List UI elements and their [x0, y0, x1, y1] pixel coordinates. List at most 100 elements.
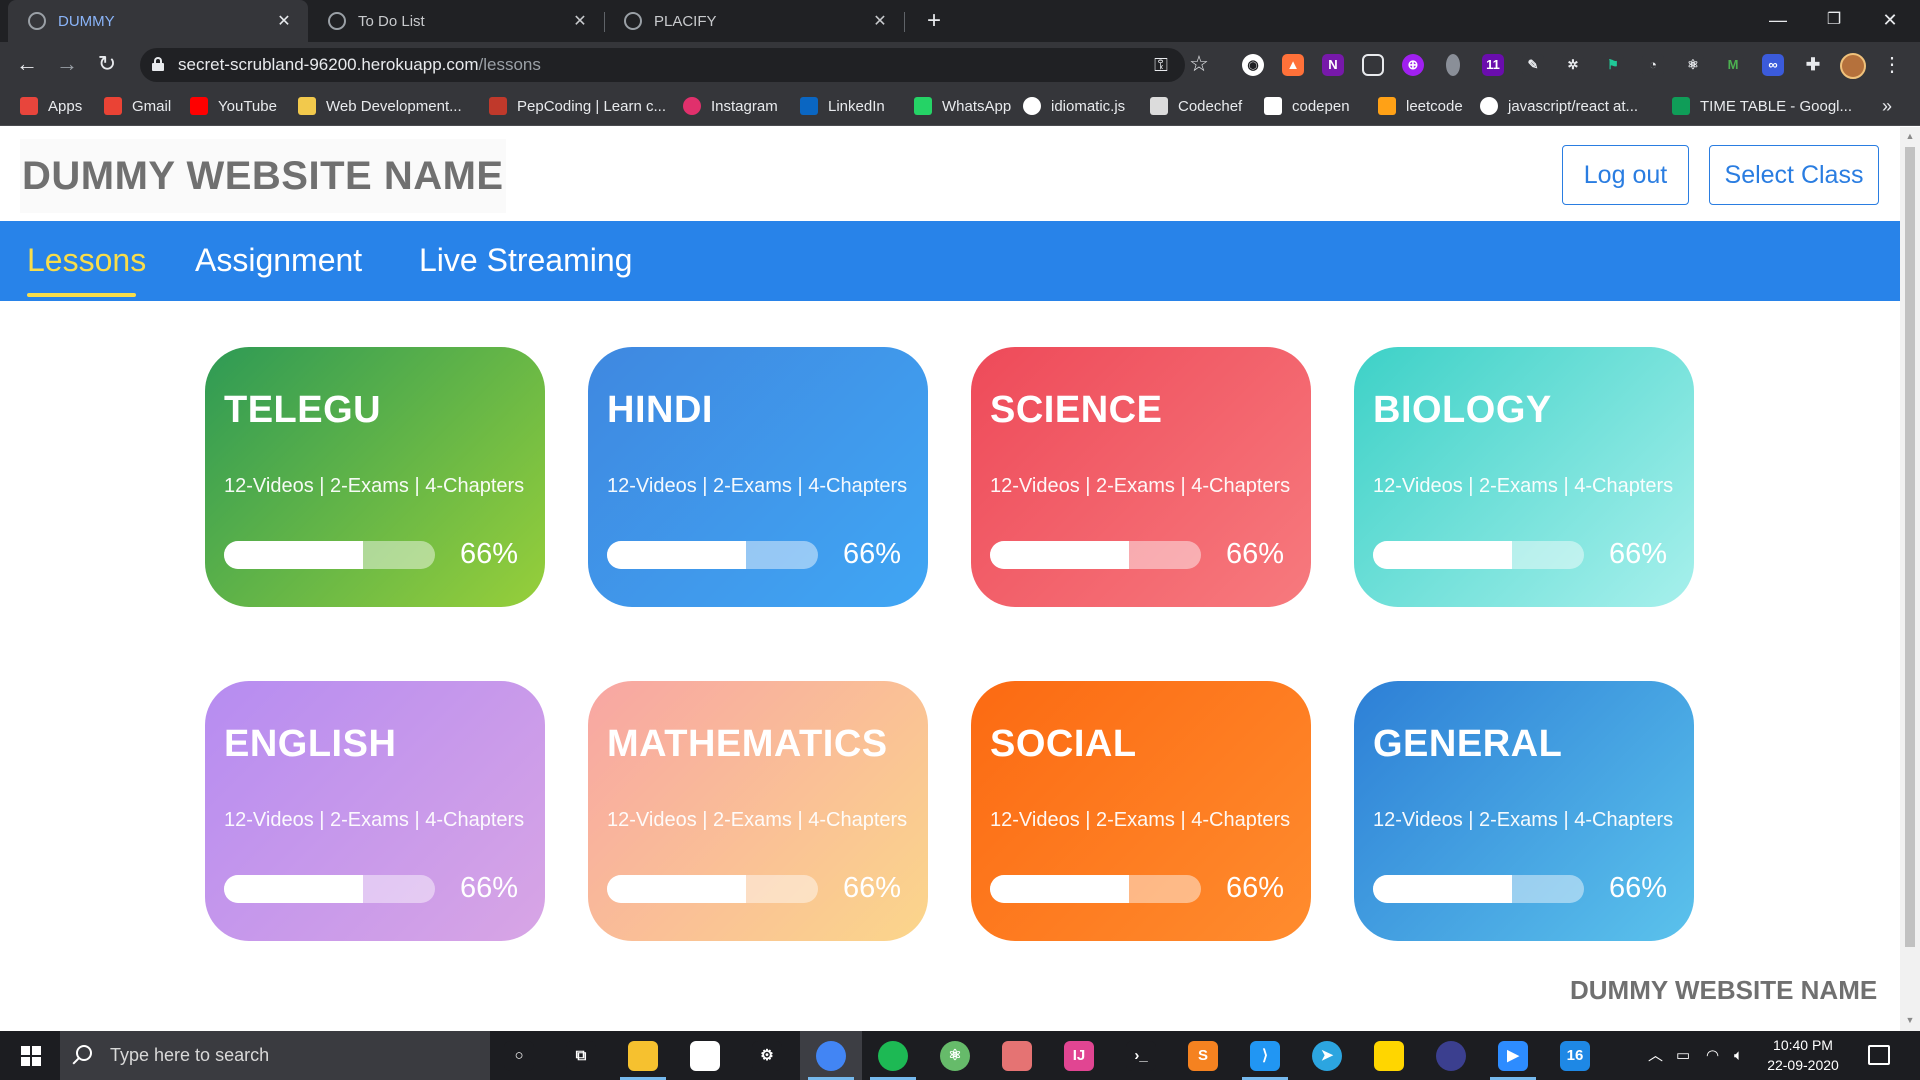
paint-icon[interactable] [1002, 1041, 1032, 1071]
page-scrollbar[interactable]: ▲ ▼ [1900, 127, 1920, 1031]
eclipse-icon[interactable] [1436, 1041, 1466, 1071]
logout-button[interactable]: Log out [1562, 145, 1689, 205]
progress-track [224, 875, 435, 903]
extension-icon[interactable] [1446, 54, 1460, 76]
nav-live-streaming[interactable]: Live Streaming [419, 221, 632, 301]
password-key-icon[interactable]: ⚿ [1150, 54, 1172, 76]
address-bar[interactable]: secret-scrubland-96200.herokuapp.com/les… [140, 48, 1209, 82]
battery-icon[interactable]: ▭ [1676, 1031, 1690, 1080]
window-close-button[interactable]: ✕ [1862, 0, 1918, 42]
progress-percent: 66% [1609, 538, 1668, 570]
extension-icon[interactable]: 11 [1482, 54, 1504, 76]
bookmarks-overflow-button[interactable]: » [1882, 87, 1892, 125]
gear-extension-icon[interactable]: ✲ [1562, 54, 1584, 76]
select-class-button[interactable]: Select Class [1709, 145, 1879, 205]
new-tab-button[interactable]: + [920, 7, 948, 35]
extension-icon[interactable]: ◔ [1642, 54, 1664, 76]
pocket-extension-icon[interactable] [1362, 54, 1384, 76]
telegram-icon[interactable]: ➤ [1312, 1041, 1342, 1071]
chrome-icon[interactable] [816, 1041, 846, 1071]
bookmark-star-icon[interactable]: ☆ [1188, 53, 1210, 75]
sublime-icon[interactable]: S [1188, 1041, 1218, 1071]
scroll-up-arrow-icon[interactable]: ▲ [1905, 131, 1915, 141]
task-view-icon[interactable]: ⧉ [566, 1041, 596, 1071]
course-title: MATHEMATICS [607, 723, 888, 765]
course-card-hindi[interactable]: HINDI 12-Videos | 2-Exams | 4-Chapters 66% [588, 347, 928, 607]
nav-lessons[interactable]: Lessons [27, 221, 146, 301]
tab-placify[interactable]: PLACIFY ✕ [604, 0, 904, 42]
pen-extension-icon[interactable]: ✎ [1522, 54, 1544, 76]
scroll-thumb[interactable] [1905, 147, 1915, 947]
tray-chevron-icon[interactable]: ︿ [1648, 1031, 1663, 1080]
taskbar-clock[interactable]: 10:40 PM 22-09-2020 [1758, 1035, 1848, 1075]
scroll-down-arrow-icon[interactable]: ▼ [1905, 1015, 1915, 1025]
sixteen-app-icon[interactable]: 16 [1560, 1041, 1590, 1071]
bookmark-item[interactable]: Web Development... [298, 87, 462, 125]
bookmark-item[interactable]: Gmail [104, 87, 171, 125]
bookmark-item[interactable]: TIME TABLE - Googl... [1672, 87, 1852, 125]
zoom-icon[interactable]: ▶ [1498, 1041, 1528, 1071]
react-extension-icon[interactable]: ⚛ [1682, 54, 1704, 76]
taskbar-search[interactable]: Type here to search [60, 1031, 490, 1080]
tab-title: PLACIFY [654, 12, 717, 30]
intellij-icon[interactable]: IJ [1064, 1041, 1094, 1071]
bookmark-item[interactable]: LinkedIn [800, 87, 885, 125]
lock-icon[interactable] [152, 57, 164, 71]
extension-icon[interactable]: ⊕ [1402, 54, 1424, 76]
profile-avatar[interactable] [1840, 53, 1866, 79]
extension-icon[interactable]: ▲ [1282, 54, 1304, 76]
bookmark-item[interactable]: idiomatic.js [1023, 87, 1125, 125]
bookmark-item[interactable]: Codechef [1150, 87, 1242, 125]
spotify-icon[interactable] [878, 1041, 908, 1071]
reload-button[interactable]: ↻ [92, 50, 122, 80]
sticky-notes-icon[interactable] [1374, 1041, 1404, 1071]
close-icon[interactable]: ✕ [870, 11, 890, 31]
tab-dummy[interactable]: DUMMY ✕ [8, 0, 308, 42]
bookmark-item[interactable]: YouTube [190, 87, 277, 125]
wifi-icon[interactable]: ◠ [1706, 1031, 1719, 1080]
restore-button[interactable]: ❐ [1806, 0, 1862, 42]
bookmark-item[interactable]: codepen [1264, 87, 1350, 125]
settings-icon[interactable]: ⚙ [752, 1041, 782, 1071]
volume-icon[interactable]: 🔈︎ [1734, 1031, 1743, 1080]
bookmark-item[interactable]: WhatsApp [914, 87, 1011, 125]
extension-icon[interactable]: ∞ [1762, 54, 1784, 76]
course-card-mathematics[interactable]: MATHEMATICS 12-Videos | 2-Exams | 4-Chapt… [588, 681, 928, 941]
course-card-english[interactable]: ENGLISH 12-Videos | 2-Exams | 4-Chapters 6… [205, 681, 545, 941]
notification-center-icon[interactable] [1868, 1045, 1890, 1065]
cortana-icon[interactable]: ○ [504, 1041, 534, 1071]
course-card-telegu[interactable]: TELEGU 12-Videos | 2-Exams | 4-Chapters 66… [205, 347, 545, 607]
extension-icon[interactable]: ◉ [1242, 54, 1264, 76]
puzzle-extensions-icon[interactable]: ✚ [1802, 54, 1824, 76]
progress-percent: 66% [1226, 538, 1285, 570]
url-text[interactable]: secret-scrubland-96200.herokuapp.com/les… [178, 48, 541, 82]
bookmark-item[interactable]: Apps [20, 87, 82, 125]
minimize-button[interactable]: — [1750, 0, 1806, 42]
nav-assignment[interactable]: Assignment [195, 221, 362, 301]
course-card-biology[interactable]: BIOLOGY 12-Videos | 2-Exams | 4-Chapters 6… [1354, 347, 1694, 607]
forward-button[interactable]: → [52, 50, 82, 80]
back-button[interactable]: ← [12, 50, 42, 80]
close-icon[interactable]: ✕ [274, 11, 294, 31]
course-card-general[interactable]: GENERAL 12-Videos | 2-Exams | 4-Chapters 6… [1354, 681, 1694, 941]
course-card-social[interactable]: SOCIAL 12-Videos | 2-Exams | 4-Chapters 66… [971, 681, 1311, 941]
atom-icon[interactable]: ⚛ [940, 1041, 970, 1071]
onenote-extension-icon[interactable]: N [1322, 54, 1344, 76]
terminal-icon[interactable]: ›_ [1126, 1041, 1156, 1071]
bookmark-item[interactable]: PepCoding | Learn c... [489, 87, 666, 125]
extension-icon[interactable]: ⚑ [1602, 54, 1624, 76]
bookmark-item[interactable]: leetcode [1378, 87, 1463, 125]
windows-start-icon[interactable] [21, 1046, 41, 1066]
close-icon[interactable]: ✕ [570, 11, 590, 31]
file-explorer-icon[interactable] [628, 1041, 658, 1071]
bookmark-item[interactable]: javascript/react at... [1480, 87, 1638, 125]
extension-icon[interactable]: M [1722, 54, 1744, 76]
menu-kebab-icon[interactable]: ⋮ [1882, 52, 1902, 77]
bookmark-item[interactable]: Instagram [683, 87, 778, 125]
tab-to-do-list[interactable]: To Do List ✕ [308, 0, 604, 42]
site-brand[interactable]: DUMMY WEBSITE NAME [20, 139, 506, 213]
course-card-science[interactable]: SCIENCE 12-Videos | 2-Exams | 4-Chapters 6… [971, 347, 1311, 607]
vscode-icon[interactable]: ⟩ [1250, 1041, 1280, 1071]
store-icon[interactable] [690, 1041, 720, 1071]
bookmark-label: Apps [48, 97, 83, 115]
